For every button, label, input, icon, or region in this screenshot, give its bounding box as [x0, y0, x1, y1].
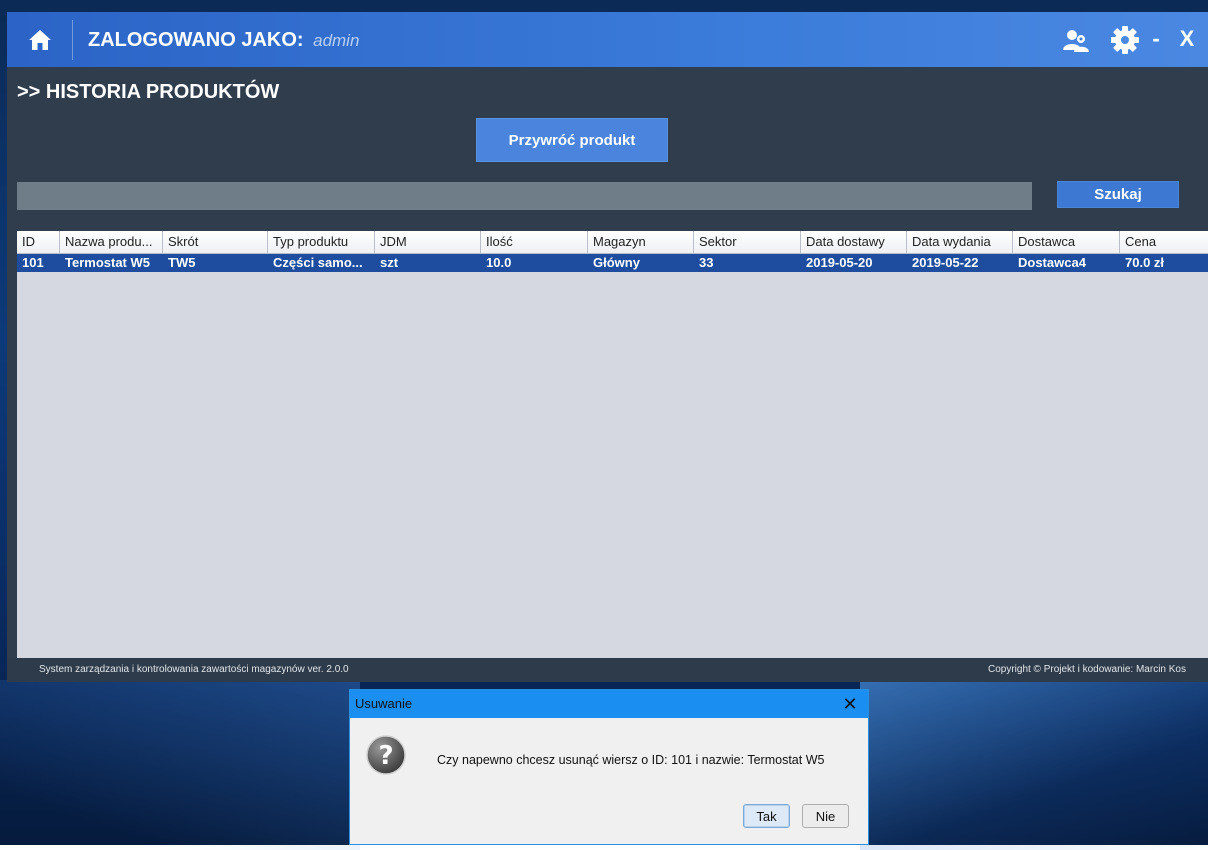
- logged-in-label: ZALOGOWANO JAKO:: [88, 29, 304, 51]
- column-header-unit[interactable]: JDM: [375, 231, 481, 253]
- dialog-close-button[interactable]: ✕: [840, 693, 860, 715]
- logged-in-info: ZALOGOWANO JAKO: admin: [88, 29, 359, 52]
- cell-sector: 33: [699, 255, 714, 270]
- column-header-sector[interactable]: Sektor: [694, 231, 801, 253]
- restore-product-button[interactable]: Przywróć produkt: [476, 118, 668, 162]
- table-row[interactable]: 101 Termostat W5 TW5 Części samo... szt …: [17, 254, 1208, 272]
- cell-short: TW5: [168, 255, 196, 270]
- search-button[interactable]: Szukaj: [1057, 181, 1179, 208]
- cell-delivery-date: 2019-05-20: [806, 255, 873, 270]
- cell-id: 101: [22, 255, 44, 270]
- app-window: ZALOGOWANO JAKO: admin - X >> HISTORIA P…: [7, 12, 1208, 682]
- cell-price: 70.0 zł: [1125, 255, 1165, 270]
- table-header: ID Nazwa produ... Skrót Typ produktu JDM…: [17, 231, 1208, 254]
- copyright-text: Copyright © Projekt i kodowanie: Marcin …: [987, 664, 1186, 675]
- question-icon: ?: [366, 735, 406, 775]
- cell-unit: szt: [380, 255, 399, 270]
- column-header-type[interactable]: Typ produktu: [268, 231, 375, 253]
- cell-type: Części samo...: [273, 255, 363, 270]
- column-header-short[interactable]: Skrót: [163, 231, 268, 253]
- column-header-warehouse[interactable]: Magazyn: [588, 231, 694, 253]
- users-button[interactable]: [1062, 26, 1090, 54]
- settings-button[interactable]: [1110, 25, 1140, 55]
- home-button[interactable]: [25, 26, 55, 54]
- desktop-light-beam: [0, 680, 360, 850]
- dialog-message: Czy napewno chcesz usunąć wiersz o ID: 1…: [437, 753, 825, 767]
- column-header-issue-date[interactable]: Data wydania: [907, 231, 1013, 253]
- cell-name: Termostat W5: [65, 255, 150, 270]
- products-table: ID Nazwa produ... Skrót Typ produktu JDM…: [17, 231, 1208, 658]
- column-header-delivery-date[interactable]: Data dostawy: [801, 231, 907, 253]
- logged-in-user: admin: [313, 31, 360, 50]
- column-header-quantity[interactable]: Ilość: [481, 231, 588, 253]
- close-button[interactable]: X: [1177, 25, 1197, 53]
- users-icon: [1063, 30, 1089, 52]
- search-input[interactable]: [17, 182, 1032, 210]
- no-button[interactable]: Nie: [802, 804, 849, 828]
- desktop-light-beam: [860, 680, 1208, 850]
- cell-issue-date: 2019-05-22: [912, 255, 979, 270]
- svg-text:?: ?: [378, 741, 393, 771]
- dialog-title: Usuwanie: [355, 696, 413, 711]
- delete-confirm-dialog: Usuwanie ✕ ? Czy napewno chcesz usunąć w…: [349, 689, 869, 845]
- gear-icon: [1111, 26, 1139, 54]
- home-icon: [29, 30, 51, 50]
- column-header-id[interactable]: ID: [17, 231, 60, 253]
- yes-button[interactable]: Tak: [743, 804, 790, 828]
- column-header-name[interactable]: Nazwa produ...: [60, 231, 163, 253]
- top-bar-separator: [72, 20, 73, 60]
- column-header-price[interactable]: Cena: [1120, 231, 1208, 253]
- page-title: >> HISTORIA PRODUKTÓW: [17, 81, 280, 103]
- cell-supplier: Dostawca4: [1018, 255, 1086, 270]
- column-header-supplier[interactable]: Dostawca: [1013, 231, 1120, 253]
- status-bar: System zarządzania i kontrolowania zawar…: [7, 658, 1208, 682]
- version-text: System zarządzania i kontrolowania zawar…: [39, 664, 349, 675]
- dialog-title-bar[interactable]: Usuwanie ✕: [350, 690, 868, 718]
- top-bar: ZALOGOWANO JAKO: admin - X: [7, 12, 1208, 67]
- cell-warehouse: Główny: [593, 255, 640, 270]
- cell-quantity: 10.0: [486, 255, 512, 270]
- minimize-button[interactable]: -: [1147, 25, 1165, 53]
